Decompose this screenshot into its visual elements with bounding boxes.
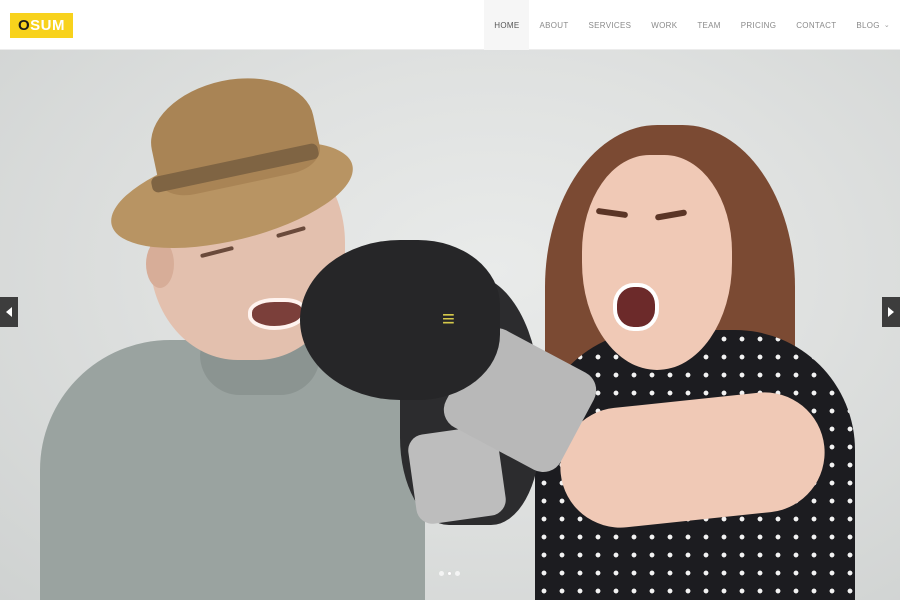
slider-next-button[interactable] — [882, 297, 900, 327]
nav-item-team[interactable]: TEAM — [687, 0, 730, 50]
nav-item-home[interactable]: HOME — [484, 0, 530, 50]
nav-item-label: ABOUT — [539, 20, 569, 30]
slider-dot-2[interactable] — [447, 571, 452, 576]
nav-item-blog[interactable]: BLOG ⌄ — [846, 0, 900, 50]
hero-slider: ≡ — [0, 50, 900, 600]
slider-dot-3[interactable] — [455, 571, 460, 576]
nav-item-label: SERVICES — [588, 20, 632, 30]
slider-prev-button[interactable] — [0, 297, 18, 327]
boxing-glove-front — [300, 240, 500, 400]
nav-item-about[interactable]: ABOUT — [529, 0, 578, 50]
nav-item-pricing[interactable]: PRICING — [731, 0, 786, 50]
slider-pagination — [439, 571, 460, 576]
logo-letter-o: O — [17, 17, 31, 34]
main-nav: HOME ABOUT SERVICES WORK TEAM PRICING CO… — [484, 0, 900, 50]
nav-item-label: HOME — [494, 20, 520, 30]
nav-item-services[interactable]: SERVICES — [579, 0, 642, 50]
slider-dot-1[interactable] — [439, 571, 444, 576]
nav-item-label: PRICING — [740, 20, 777, 30]
nav-item-work[interactable]: WORK — [641, 0, 687, 50]
site-logo[interactable]: O SUM — [10, 13, 73, 38]
chevron-down-icon: ⌄ — [883, 22, 890, 29]
woman-mouth — [613, 283, 659, 331]
nav-item-label: BLOG — [856, 20, 880, 30]
nav-item-label: WORK — [651, 20, 678, 30]
site-header: O SUM HOME ABOUT SERVICES WORK TEAM PRICI… — [0, 0, 900, 50]
hero-image: ≡ — [0, 50, 900, 600]
chevron-left-icon — [6, 307, 12, 317]
nav-item-contact[interactable]: CONTACT — [786, 0, 846, 50]
chevron-right-icon — [888, 307, 894, 317]
logo-text: SUM — [30, 17, 65, 34]
glove-logo-mark: ≡ — [442, 306, 455, 331]
nav-item-label: CONTACT — [796, 20, 837, 30]
woman-face — [582, 155, 732, 370]
nav-item-label: TEAM — [697, 20, 721, 30]
